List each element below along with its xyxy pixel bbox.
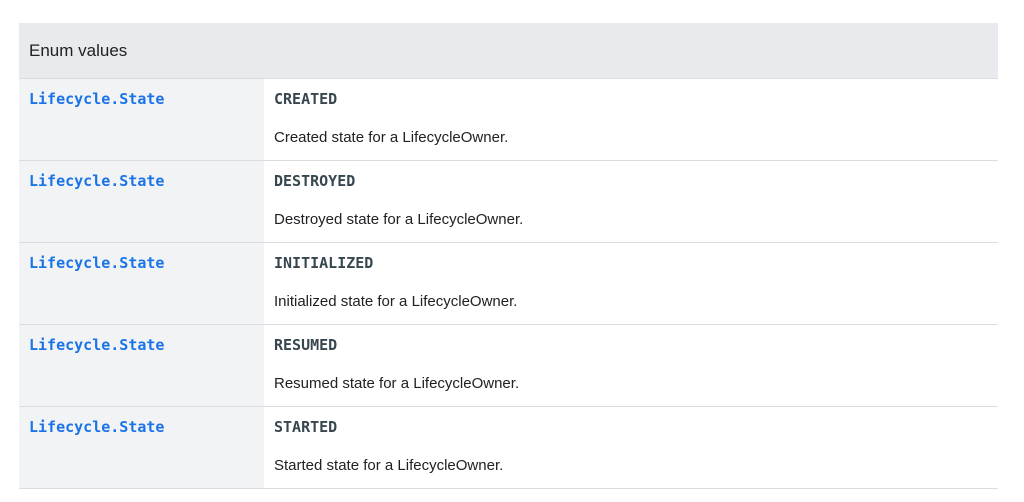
value-cell: DESTROYED Destroyed state for a Lifecycl… (264, 160, 998, 243)
enum-value-name: INITIALIZED (274, 254, 374, 272)
table-row: Lifecycle.State CREATED Created state fo… (19, 78, 998, 161)
lifecycle-state-link[interactable]: Lifecycle.State (29, 418, 264, 436)
type-cell: Lifecycle.State (19, 160, 264, 243)
enum-value-description: Destroyed state for a LifecycleOwner. (274, 211, 524, 228)
table-header-row: Enum values (19, 23, 998, 79)
table-row: Lifecycle.State STARTED Started state fo… (19, 406, 998, 489)
value-cell: STARTED Started state for a LifecycleOwn… (264, 406, 998, 489)
value-cell: CREATED Created state for a LifecycleOwn… (264, 78, 998, 161)
lifecycle-state-link[interactable]: Lifecycle.State (29, 90, 264, 108)
type-cell: Lifecycle.State (19, 242, 264, 325)
enum-values-table: Enum values Lifecycle.State CREATED Crea… (19, 23, 998, 489)
type-cell: Lifecycle.State (19, 324, 264, 407)
enum-value-name: STARTED (274, 418, 338, 436)
table-row: Lifecycle.State DESTROYED Destroyed stat… (19, 160, 998, 243)
enum-value-name: DESTROYED (274, 172, 356, 190)
table-header: Enum values (19, 23, 998, 79)
type-cell: Lifecycle.State (19, 406, 264, 489)
value-cell: INITIALIZED Initialized state for a Life… (264, 242, 998, 325)
table-row: Lifecycle.State RESUMED Resumed state fo… (19, 324, 998, 407)
type-cell: Lifecycle.State (19, 78, 264, 161)
lifecycle-state-link[interactable]: Lifecycle.State (29, 336, 264, 354)
value-cell: RESUMED Resumed state for a LifecycleOwn… (264, 324, 998, 407)
enum-value-name: RESUMED (274, 336, 338, 354)
table-row: Lifecycle.State INITIALIZED Initialized … (19, 242, 998, 325)
enum-value-description: Created state for a LifecycleOwner. (274, 129, 509, 146)
enum-value-description: Resumed state for a LifecycleOwner. (274, 375, 520, 392)
enum-value-description: Initialized state for a LifecycleOwner. (274, 293, 518, 310)
enum-value-description: Started state for a LifecycleOwner. (274, 457, 504, 474)
enum-value-name: CREATED (274, 90, 338, 108)
lifecycle-state-link[interactable]: Lifecycle.State (29, 254, 264, 272)
lifecycle-state-link[interactable]: Lifecycle.State (29, 172, 264, 190)
